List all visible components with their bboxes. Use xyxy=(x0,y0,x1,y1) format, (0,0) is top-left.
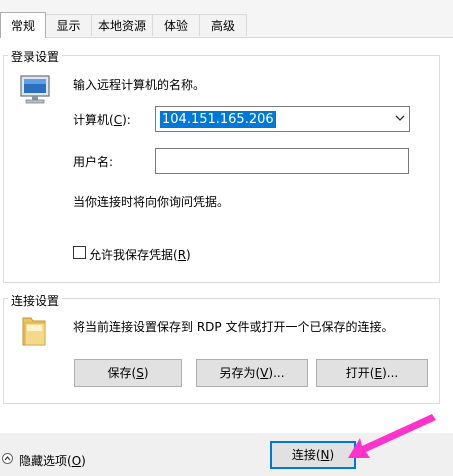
tab-general[interactable]: 常规 xyxy=(0,12,46,38)
tab-strip: 常规 显示 本地资源 体验 高级 xyxy=(0,0,453,38)
hide-options-link[interactable]: 隐藏选项(O) xyxy=(19,452,86,469)
open-button[interactable]: 打开(E)... xyxy=(316,359,428,387)
tab-label: 体验 xyxy=(163,19,188,33)
tab-display[interactable]: 显示 xyxy=(45,14,92,36)
tab-label: 常规 xyxy=(10,19,35,33)
computer-label: 计算机(C): xyxy=(73,113,131,127)
arrow-up-circle-icon[interactable] xyxy=(2,453,13,464)
tab-experience[interactable]: 体验 xyxy=(152,14,200,36)
chevron-down-icon[interactable] xyxy=(395,114,405,122)
username-input[interactable] xyxy=(155,148,409,174)
computer-combobox[interactable]: 104.151.165.206 xyxy=(155,106,410,132)
credential-note: 当你连接时将向你询问凭据。 xyxy=(73,195,230,209)
logon-instruction: 输入远程计算机的名称。 xyxy=(73,78,206,92)
connection-settings-group xyxy=(3,298,440,404)
tab-label: 高级 xyxy=(210,19,235,33)
allow-save-credentials-checkbox[interactable] xyxy=(73,246,86,259)
save-button[interactable]: 保存(S) xyxy=(74,359,182,387)
logon-settings-title: 登录设置 xyxy=(8,48,63,65)
tab-label: 本地资源 xyxy=(97,19,146,33)
tab-label: 显示 xyxy=(56,19,81,33)
computer-input[interactable]: 104.151.165.206 xyxy=(160,111,276,128)
save-as-button[interactable]: 另存为(V)... xyxy=(196,359,308,387)
folder-icon xyxy=(22,317,46,346)
computer-monitor-icon xyxy=(20,75,50,104)
pink-arrow-annotation xyxy=(348,414,436,458)
tab-advanced[interactable]: 高级 xyxy=(199,14,247,36)
username-label: 用户名: xyxy=(73,155,114,169)
connection-description: 将当前连接设置保存到 RDP 文件或打开一个已保存的连接。 xyxy=(73,320,394,334)
connection-settings-title: 连接设置 xyxy=(8,292,63,309)
tab-local-resources[interactable]: 本地资源 xyxy=(91,14,153,36)
allow-save-credentials-label[interactable]: 允许我保存凭据(R) xyxy=(89,246,191,263)
